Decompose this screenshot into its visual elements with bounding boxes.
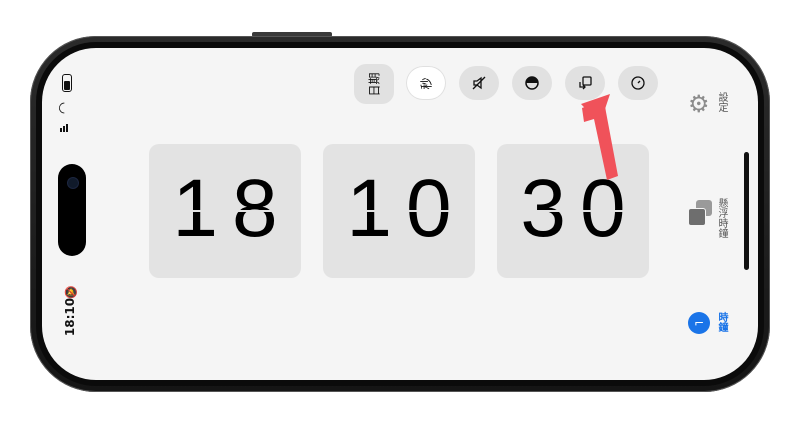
stage: ◠ 🔕 18:10 日期 秒 18 10 30 ⚙ 設定 懸浮時鐘 ⌐ 時鐘 <box>0 0 800 423</box>
annotation-arrow <box>581 94 618 180</box>
